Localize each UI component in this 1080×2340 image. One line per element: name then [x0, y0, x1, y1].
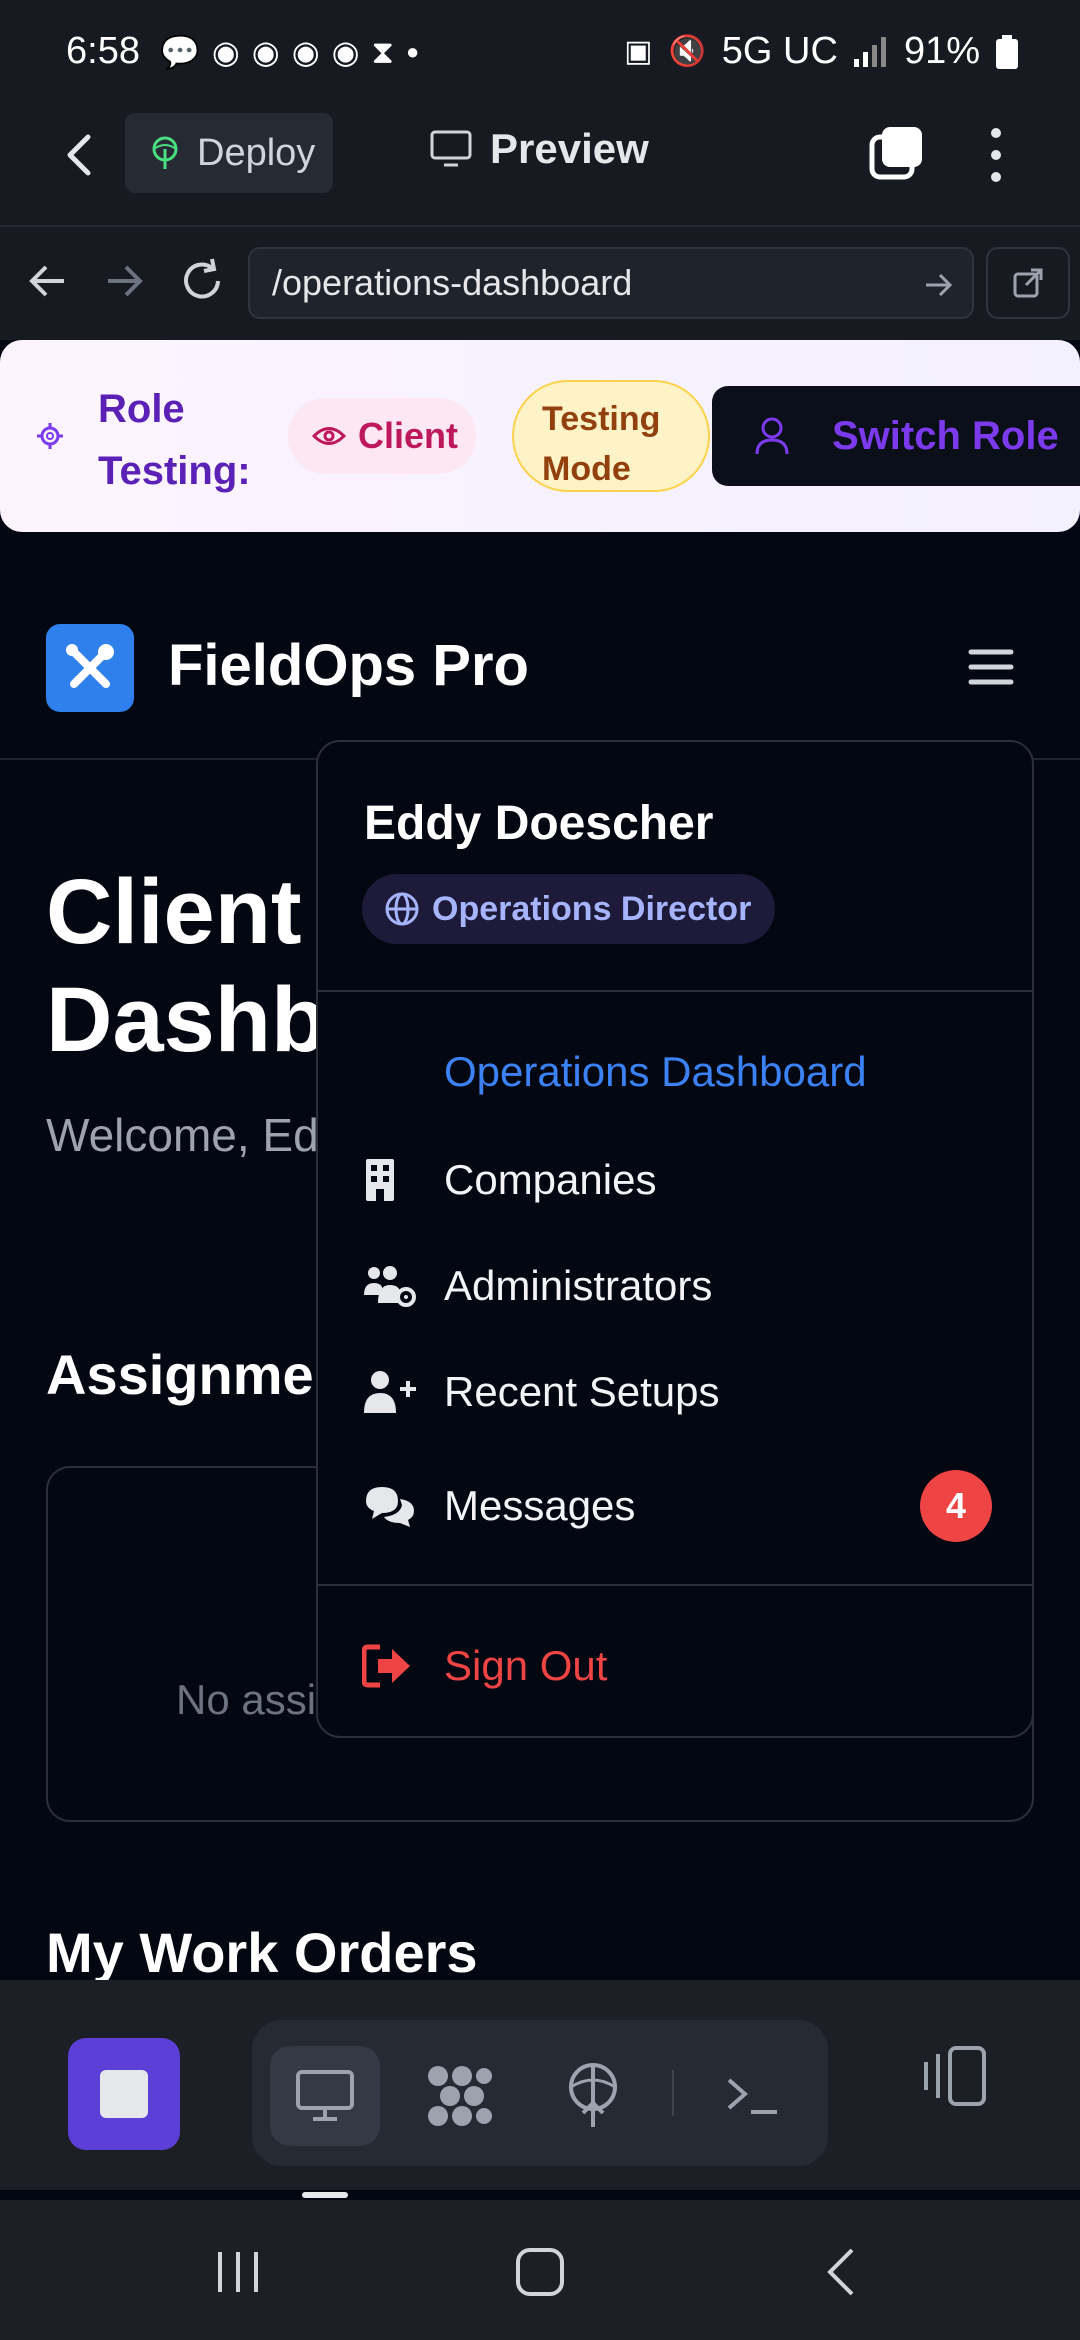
deploy-icon: [152, 136, 178, 169]
tool-workflow[interactable]: [404, 2046, 514, 2146]
switch-role-button[interactable]: Switch Role: [712, 386, 1080, 486]
active-tool-indicator: [302, 2192, 348, 2198]
home-icon[interactable]: [512, 2244, 568, 2300]
menu-user-name: Eddy Doescher: [364, 797, 714, 850]
users-cog-icon: [364, 1266, 416, 1307]
terminal-icon: [727, 2078, 777, 2114]
sign-out-button[interactable]: Sign Out: [318, 1618, 1032, 1714]
reload-icon[interactable]: [178, 257, 226, 305]
mute-icon: 🔇: [668, 35, 706, 68]
system-status: ▣ 🔇 5G UC 91%: [624, 30, 1018, 73]
messenger-icon: ◉: [211, 34, 240, 70]
menu-item-label: Operations Dashboard: [444, 1048, 867, 1095]
role-testing-label: Role Testing:: [98, 387, 251, 493]
building-icon: [366, 1159, 394, 1201]
battery-saver-icon: ▣: [624, 35, 653, 68]
testing-mode-chip: Testing Mode: [512, 380, 710, 492]
system-navigation-bar: [0, 2200, 1080, 2340]
preview-tab[interactable]: Preview: [430, 125, 649, 173]
dot-icon: ●: [406, 39, 420, 64]
tool-divider: [672, 2070, 674, 2116]
chat-bubble-icon: 💬: [160, 34, 200, 70]
go-arrow-icon[interactable]: [922, 269, 954, 301]
menu-item-companies[interactable]: Companies: [318, 1132, 1032, 1228]
menu-item-label: Companies: [444, 1156, 657, 1203]
bottom-toolbar: [0, 1980, 1080, 2190]
signal-icon: [853, 36, 886, 67]
workflow-icon: [428, 2066, 492, 2126]
battery-label: 91%: [903, 30, 980, 72]
role-testing-banner: Role Testing: Client Testing Mode Switch…: [0, 340, 1080, 532]
status-bar: 6:58 💬 ◉ ◉ ◉ ◉ ⧗ ● ▣ 🔇 5G UC 91%: [0, 0, 1080, 105]
recent-apps-icon[interactable]: [210, 2244, 266, 2300]
tool-console[interactable]: [698, 2046, 808, 2146]
globe-icon: [385, 892, 419, 926]
deploy-button[interactable]: Deploy: [125, 113, 333, 193]
url-text: /operations-dashboard: [272, 262, 633, 303]
app-bar: Deploy Preview: [0, 105, 1080, 225]
switch-role-label: Switch Role: [832, 413, 1059, 458]
gear-icon: [37, 423, 63, 449]
menu-item-label: Recent Setups: [444, 1368, 720, 1415]
tabs-icon[interactable]: [868, 125, 924, 181]
hamburger-menu-icon[interactable]: [968, 647, 1014, 687]
hourglass-icon: ⧗: [371, 34, 394, 70]
network-label: 5G UC: [721, 30, 838, 72]
role-chip-client: Client: [288, 398, 476, 474]
menu-divider: [318, 1584, 1032, 1586]
messenger-icon: ◉: [251, 34, 280, 70]
deploy-icon: [569, 2063, 617, 2127]
more-options-icon[interactable]: [984, 125, 1008, 185]
open-external-button[interactable]: [986, 247, 1070, 319]
tool-preview[interactable]: [270, 2046, 380, 2146]
menu-item-label: Administrators: [444, 1262, 713, 1309]
nav-back-icon[interactable]: [24, 257, 72, 305]
nav-forward-icon[interactable]: [100, 257, 148, 305]
back-arrow-icon[interactable]: [58, 129, 104, 181]
eye-icon: [312, 427, 346, 445]
menu-item-messages[interactable]: Messages 4: [318, 1458, 1032, 1554]
tool-deploy[interactable]: [538, 2046, 648, 2146]
menu-item-administrators[interactable]: Administrators: [318, 1238, 1032, 1334]
work-orders-heading: My Work Orders: [46, 1921, 478, 1984]
notification-icons: 💬 ◉ ◉ ◉ ◉ ⧗ ●: [160, 34, 419, 70]
stop-button[interactable]: [68, 2038, 180, 2150]
menu-user-role-label: Operations Director: [432, 889, 752, 928]
stop-icon: [100, 2070, 148, 2118]
system-back-icon[interactable]: [814, 2244, 870, 2300]
menu-item-recent-setups[interactable]: Recent Setups: [318, 1344, 1032, 1440]
deploy-label: Deploy: [197, 131, 316, 174]
tool-switcher: [252, 2020, 828, 2166]
panels-icon[interactable]: [920, 2040, 992, 2112]
sign-out-label: Sign Out: [444, 1642, 608, 1689]
external-link-icon: [1013, 268, 1043, 298]
user-icon: [755, 417, 789, 455]
menu-divider: [318, 990, 1032, 992]
messages-count-badge: 4: [920, 1470, 992, 1542]
monitor-icon: [296, 2070, 354, 2121]
sign-out-icon: [362, 1644, 410, 1688]
brand-name[interactable]: FieldOps Pro: [168, 632, 529, 699]
user-dropdown-menu: Eddy Doescher Operations Director Operat…: [316, 740, 1034, 1738]
status-time: 6:58: [66, 30, 140, 72]
menu-item-label: Messages: [444, 1482, 636, 1529]
user-plus-icon: [364, 1371, 416, 1413]
menu-item-operations-dashboard[interactable]: Operations Dashboard: [318, 1024, 1032, 1120]
role-chip-label: Client: [358, 415, 459, 456]
url-bar: /operations-dashboard: [0, 225, 1080, 340]
brand-logo[interactable]: [46, 624, 134, 712]
monitor-icon: [430, 130, 472, 167]
menu-user-role-badge: Operations Director: [362, 874, 776, 944]
messenger-icon: ◉: [291, 34, 320, 70]
site-header: FieldOps Pro: [0, 532, 1080, 760]
comments-icon: [366, 1487, 414, 1527]
url-input[interactable]: /operations-dashboard: [248, 247, 974, 319]
tools-icon: [66, 644, 114, 688]
preview-label: Preview: [490, 125, 649, 172]
battery-icon: [996, 34, 1018, 69]
messenger-icon: ◉: [331, 34, 360, 70]
